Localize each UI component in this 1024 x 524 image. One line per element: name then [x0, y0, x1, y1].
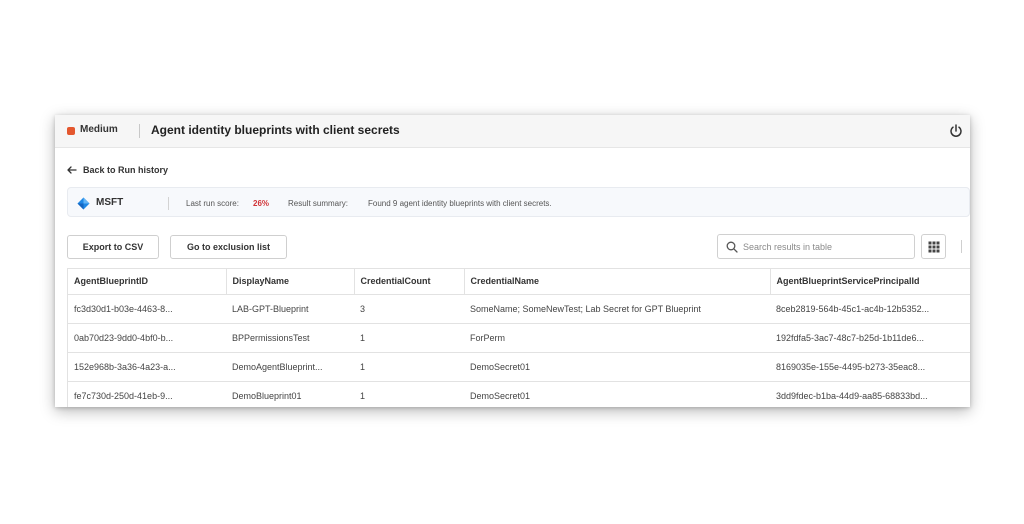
back-link-label: Back to Run history	[83, 165, 169, 175]
cell-credential-count: 1	[354, 352, 464, 382]
cell-blueprint-id: 0ab70d23-9dd0-4bf0-b...	[68, 323, 226, 353]
go-to-exclusion-list-button[interactable]: Go to exclusion list	[170, 235, 287, 259]
cell-credential-name: SomeName; SomeNewTest; Lab Secret for GP…	[464, 294, 770, 324]
toolbar-divider	[961, 240, 962, 253]
findings-panel: Medium Agent identity blueprints with cl…	[55, 115, 970, 407]
table-row[interactable]: 152e968b-3a36-4a23-a... DemoAgentBluepri…	[68, 352, 970, 382]
column-options-button[interactable]	[921, 234, 946, 259]
page-title: Agent identity blueprints with client se…	[151, 123, 400, 137]
table-row[interactable]: 0ab70d23-9dd0-4bf0-b... BPPermissionsTes…	[68, 323, 970, 353]
columns-icon	[928, 241, 940, 253]
column-header-credentialcount[interactable]: CredentialCount	[354, 269, 465, 295]
table-row[interactable]: fc3d30d1-b03e-4463-8... LAB-GPT-Blueprin…	[68, 294, 970, 324]
column-header-serviceprincipalid[interactable]: AgentBlueprintServicePrincipalId	[770, 269, 970, 295]
tenant-name: MSFT	[96, 197, 124, 208]
last-run-score-value: 26%	[253, 199, 270, 208]
cell-service-principal-id: 8ceb2819-564b-45c1-ac4b-12b5352...	[770, 294, 970, 324]
back-to-run-history-link[interactable]: Back to Run history	[67, 165, 168, 175]
results-table: AgentBlueprintID DisplayName CredentialC…	[67, 268, 970, 407]
panel-header: Medium Agent identity blueprints with cl…	[55, 115, 970, 148]
cell-credential-name: DemoSecret01	[464, 352, 770, 382]
column-header-agentblueprintid[interactable]: AgentBlueprintID	[68, 269, 227, 295]
cell-display-name: LAB-GPT-Blueprint	[226, 294, 354, 324]
search-icon	[726, 241, 738, 253]
msft-diamond-icon	[77, 197, 90, 210]
cell-service-principal-id: 192fdfa5-3ac7-48c7-b25d-1b11de6...	[770, 323, 970, 353]
cell-blueprint-id: fe7c730d-250d-41eb-9...	[68, 381, 226, 407]
cell-credential-count: 1	[354, 381, 464, 407]
cell-display-name: DemoAgentBlueprint...	[226, 352, 354, 382]
cell-display-name: BPPermissionsTest	[226, 323, 354, 353]
column-header-credentialname[interactable]: CredentialName	[464, 269, 771, 295]
cell-credential-count: 3	[354, 294, 464, 324]
search-placeholder: Search results in table	[743, 242, 833, 252]
cell-display-name: DemoBlueprint01	[226, 381, 354, 407]
power-icon[interactable]	[948, 123, 964, 139]
cell-blueprint-id: fc3d30d1-b03e-4463-8...	[68, 294, 226, 324]
table-header-row: AgentBlueprintID DisplayName CredentialC…	[68, 269, 970, 295]
column-header-displayname[interactable]: DisplayName	[226, 269, 355, 295]
severity-indicator	[67, 127, 75, 135]
severity-label: Medium	[80, 124, 118, 135]
last-run-score-label: Last run score:	[186, 199, 239, 208]
cell-blueprint-id: 152e968b-3a36-4a23-a...	[68, 352, 226, 382]
search-input[interactable]: Search results in table	[717, 234, 915, 259]
cell-credential-name: ForPerm	[464, 323, 770, 353]
cell-service-principal-id: 8169035e-155e-4495-b273-35eac8...	[770, 352, 970, 382]
result-summary-text: Found 9 agent identity blueprints with c…	[368, 199, 552, 208]
cell-credential-count: 1	[354, 323, 464, 353]
table-row[interactable]: fe7c730d-250d-41eb-9... DemoBlueprint01 …	[68, 381, 970, 407]
cell-service-principal-id: 3dd9fdec-b1ba-44d9-aa85-68833bd...	[770, 381, 970, 407]
summary-divider	[168, 197, 169, 210]
cell-credential-name: DemoSecret01	[464, 381, 770, 407]
arrow-left-icon	[67, 166, 77, 174]
result-summary-label: Result summary:	[288, 199, 349, 208]
header-divider	[139, 124, 140, 138]
export-to-csv-button[interactable]: Export to CSV	[67, 235, 159, 259]
run-summary-bar: MSFT Last run score: 26% Result summary:…	[67, 187, 970, 217]
